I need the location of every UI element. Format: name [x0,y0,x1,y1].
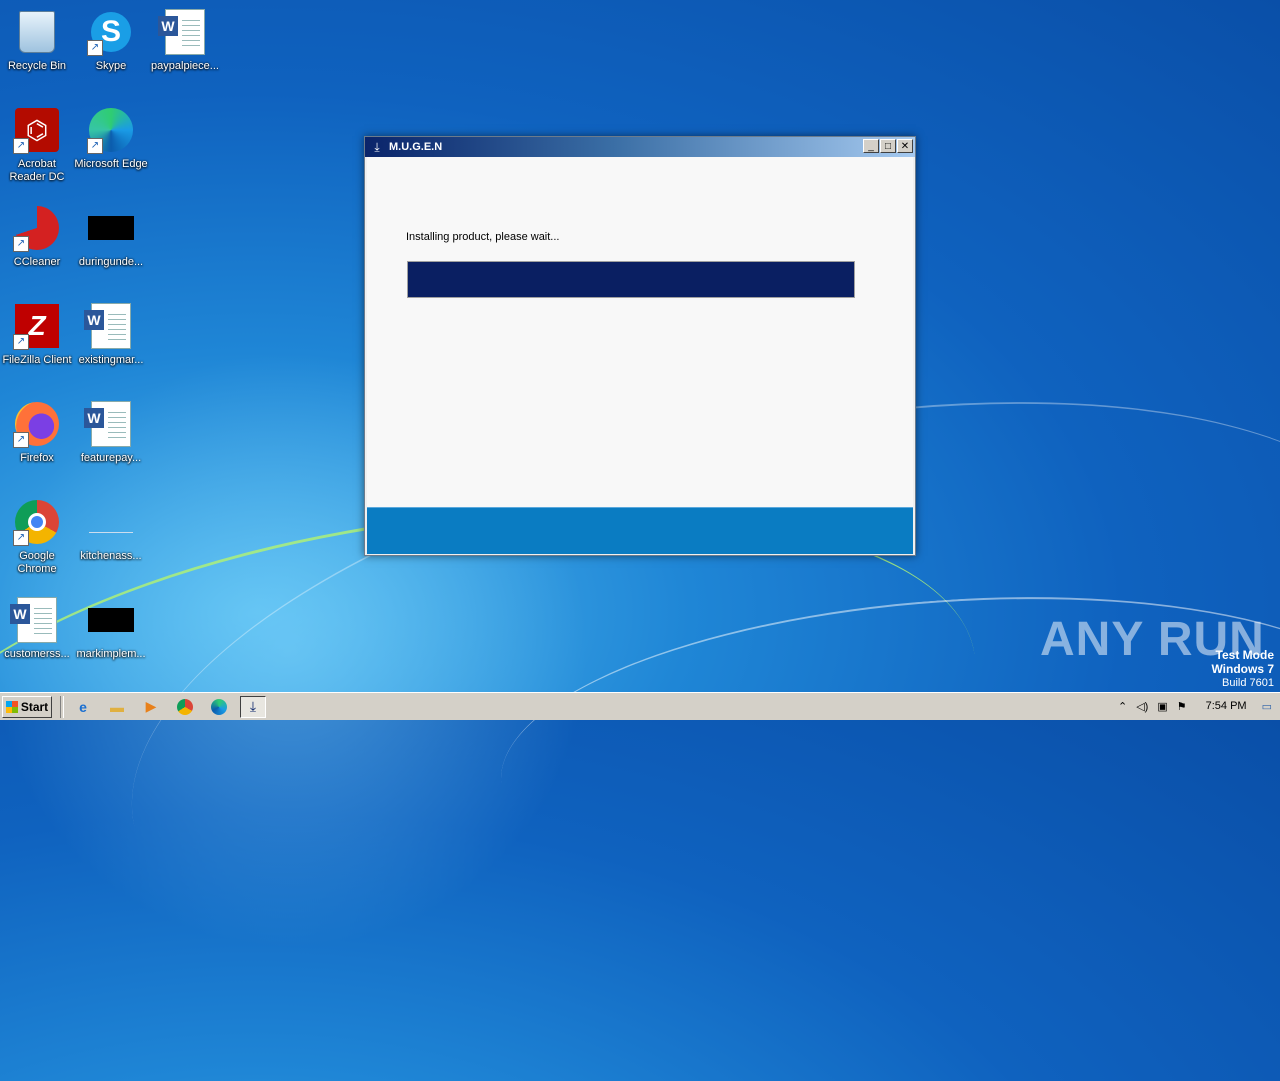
start-label: Start [20,699,49,714]
desktop-icon-chrome[interactable]: ↗ Google Chrome [0,498,74,576]
window-titlebar[interactable]: ⤓ M.U.G.E.N _ □ ✕ [365,137,915,157]
desktop-icon-ccleaner[interactable]: ↗ CCleaner [0,204,74,269]
system-tray: ⌃ ◁) ▣ ⚑ 7:54 PM ▭ [1118,695,1280,717]
clock[interactable]: 7:54 PM [1206,700,1247,712]
desktop-icon-label: paypalpiece... [151,60,219,72]
install-progress-bar [407,261,855,298]
desktop-icon-paypalpiece[interactable]: paypalpiece... [148,8,222,73]
desktop-icon-label: existingmar... [78,354,144,366]
desktop-icon-featurepay[interactable]: featurepay... [74,400,148,465]
desktop-icon-duringunde[interactable]: duringunde... [74,204,148,269]
desktop-icon-label: CCleaner [13,256,61,268]
desktop-icon-skype[interactable]: S ↗ Skype [74,8,148,73]
desktop-icon-markimplem[interactable]: markimplem... [74,596,148,661]
installer-window[interactable]: ⤓ M.U.G.E.N _ □ ✕ Installing product, pl… [364,136,916,556]
installer-footer [367,507,913,554]
edge-icon[interactable] [206,696,232,718]
desktop-icon-label: Acrobat Reader DC [9,158,65,183]
chrome-icon[interactable] [172,696,198,718]
chrome-icon: ↗ [13,498,61,546]
progress-fill [408,262,854,297]
start-button[interactable]: Start [2,695,52,718]
black-file-icon [87,204,135,252]
desktop-icon-recycle-bin[interactable]: Recycle Bin [0,8,74,73]
show-hidden-icons-icon[interactable]: ⌃ [1118,700,1127,713]
desktop-icon-label: customerss... [4,648,70,660]
word-document-icon [84,302,135,350]
installer-taskbar-button[interactable]: ⤓ [240,695,266,718]
taskbar-separator [60,695,64,718]
desktop-icon-edge[interactable]: ↗ Microsoft Edge [74,106,148,171]
test-mode-label: Test Mode [1215,648,1274,662]
blank-file-icon [87,498,135,546]
install-status-text: Installing product, please wait... [406,231,560,243]
firefox-icon: ↗ [13,400,61,448]
network-icon[interactable]: ▣ [1157,700,1167,713]
word-document-icon [10,596,61,644]
desktop-icon-customerss[interactable]: customerss... [0,596,74,661]
desktop-icon-filezilla[interactable]: Z ↗ FileZilla Client [0,302,74,367]
desktop-icon-label: FileZilla Client [2,354,72,366]
word-document-icon [158,8,209,56]
volume-icon[interactable]: ◁) [1136,700,1148,713]
desktop-icon-label: Google Chrome [17,550,57,575]
skype-icon: S ↗ [87,8,135,56]
test-mode-notice: Test Mode Windows 7 Build 7601 [1211,648,1274,690]
desktop-icon-kitchenass[interactable]: kitchenass... [74,498,148,563]
edge-icon: ↗ [87,106,135,154]
internet-explorer-icon[interactable]: e [70,696,96,718]
action-center-flag-icon[interactable]: ⚑ [1177,700,1187,713]
close-button[interactable]: ✕ [897,139,913,153]
media-player-icon[interactable]: ▶ [138,696,164,718]
os-label: Windows 7 [1211,662,1274,676]
desktop-icon-label: featurepay... [80,452,142,464]
filezilla-icon: Z ↗ [13,302,61,350]
desktop-icon-existingmar[interactable]: existingmar... [74,302,148,367]
desktop-icon-label: Microsoft Edge [74,158,148,170]
build-label: Build 7601 [1222,677,1274,689]
word-document-icon [84,400,135,448]
window-title: M.U.G.E.N [389,141,443,153]
ccleaner-icon: ↗ [13,204,61,252]
desktop-icon-label: Recycle Bin [7,60,67,72]
acrobat-reader-icon: ⌬ ↗ [13,106,61,154]
desktop-icon-label: duringunde... [78,256,144,268]
desktop-icon-acrobat[interactable]: ⌬ ↗ Acrobat Reader DC [0,106,74,184]
show-desktop-icon[interactable]: ▭ [1262,700,1272,713]
maximize-button[interactable]: □ [880,139,896,153]
installer-icon: ⤓ [374,140,380,154]
desktop-icon-firefox[interactable]: ↗ Firefox [0,400,74,465]
desktop-icon-label: markimplem... [76,648,146,660]
desktop-icon-label: kitchenass... [80,550,142,562]
windows-logo-icon [5,700,18,713]
desktop-icon-label: Skype [95,60,127,72]
black-file-icon [87,596,135,644]
minimize-button[interactable]: _ [863,139,879,153]
installer-content: Installing product, please wait... [367,157,913,507]
taskbar: Start e ▬ ▶ ⤓ ⌃ ◁) ▣ ⚑ 7:54 PM ▭ [0,692,1280,720]
desktop-icon-label: Firefox [20,452,54,464]
recycle-bin-icon [13,8,61,56]
folder-icon[interactable]: ▬ [104,696,130,718]
